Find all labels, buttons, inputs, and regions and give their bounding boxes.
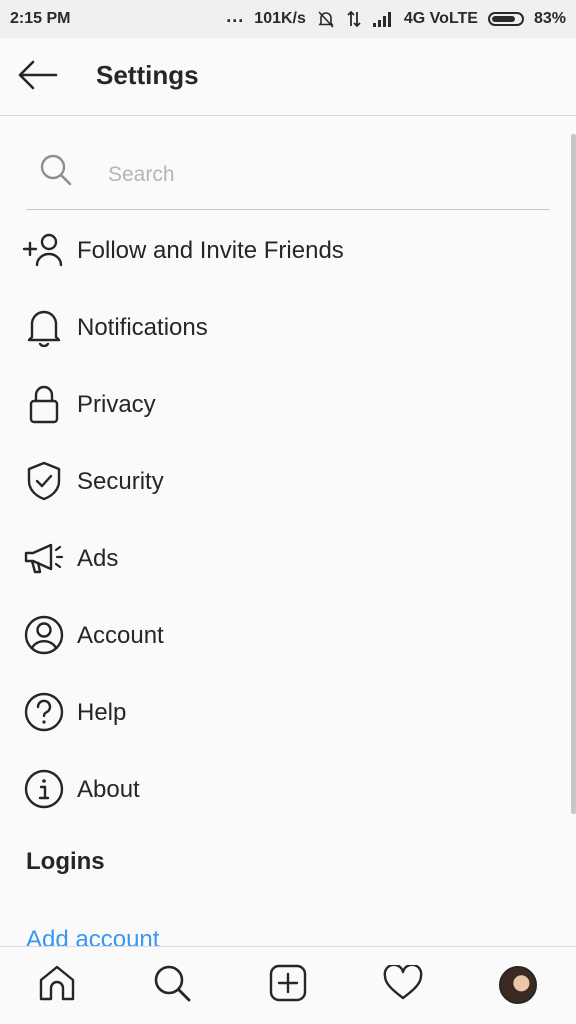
bell-icon bbox=[22, 307, 66, 347]
menu-item-help[interactable]: Help bbox=[0, 674, 576, 751]
menu-item-notifications[interactable]: Notifications bbox=[0, 289, 576, 366]
menu-item-label: Security bbox=[77, 467, 164, 495]
menu-item-label: Privacy bbox=[77, 390, 156, 418]
status-time: 2:15 PM bbox=[10, 10, 71, 27]
home-icon bbox=[37, 963, 77, 1008]
search-icon bbox=[38, 152, 74, 193]
mute-bell-icon bbox=[316, 9, 336, 29]
search-bar bbox=[26, 140, 550, 210]
add-person-icon bbox=[22, 230, 66, 270]
menu-item-label: Follow and Invite Friends bbox=[77, 236, 344, 264]
heart-icon bbox=[383, 963, 423, 1006]
menu-item-account[interactable]: Account bbox=[0, 597, 576, 674]
user-circle-icon bbox=[22, 615, 66, 655]
shield-check-icon bbox=[22, 461, 66, 501]
lock-icon bbox=[22, 384, 66, 424]
menu-item-label: Account bbox=[77, 621, 164, 649]
nav-search-button[interactable] bbox=[150, 963, 194, 1007]
page-title: Settings bbox=[96, 60, 199, 90]
menu-item-label: About bbox=[77, 775, 140, 803]
network-speed: 101K/s bbox=[254, 10, 306, 27]
logins-section-title: Logins bbox=[26, 848, 105, 875]
menu-item-about[interactable]: About bbox=[0, 751, 576, 828]
search-input[interactable] bbox=[106, 158, 530, 192]
signal-icon bbox=[372, 11, 394, 27]
info-circle-icon bbox=[22, 769, 66, 809]
settings-menu: Follow and Invite Friends Notifications … bbox=[0, 212, 576, 828]
network-type: 4G VoLTE bbox=[403, 10, 478, 27]
menu-item-follow-invite[interactable]: Follow and Invite Friends bbox=[0, 212, 576, 289]
nav-profile-button[interactable] bbox=[496, 963, 540, 1007]
top-bar: Settings bbox=[0, 38, 576, 116]
menu-item-security[interactable]: Security bbox=[0, 443, 576, 520]
menu-item-label: Ads bbox=[77, 544, 119, 572]
bottom-nav bbox=[0, 946, 576, 1024]
status-bar: 2:15 PM ... 101K/s 4G VoLTE 83% bbox=[0, 0, 576, 38]
megaphone-icon bbox=[22, 538, 66, 578]
back-button[interactable] bbox=[14, 56, 60, 98]
nav-add-post-button[interactable] bbox=[266, 963, 310, 1007]
nav-activity-button[interactable] bbox=[381, 963, 425, 1007]
nav-home-button[interactable] bbox=[35, 963, 79, 1007]
arrow-left-icon bbox=[16, 59, 58, 96]
battery-percent: 83% bbox=[533, 10, 566, 27]
battery-level bbox=[491, 16, 516, 22]
data-arrows-icon bbox=[346, 9, 362, 29]
add-post-icon bbox=[268, 963, 308, 1008]
search-icon bbox=[152, 963, 192, 1008]
status-indicators: ... 101K/s 4G VoLTE 83% bbox=[226, 5, 566, 30]
menu-item-privacy[interactable]: Privacy bbox=[0, 366, 576, 443]
help-circle-icon bbox=[22, 692, 66, 732]
menu-item-label: Notifications bbox=[77, 313, 208, 341]
menu-item-label: Help bbox=[77, 698, 127, 726]
menu-item-ads[interactable]: Ads bbox=[0, 520, 576, 597]
profile-avatar bbox=[499, 966, 537, 1004]
status-dots: ... bbox=[226, 5, 245, 26]
battery-icon bbox=[487, 12, 524, 26]
